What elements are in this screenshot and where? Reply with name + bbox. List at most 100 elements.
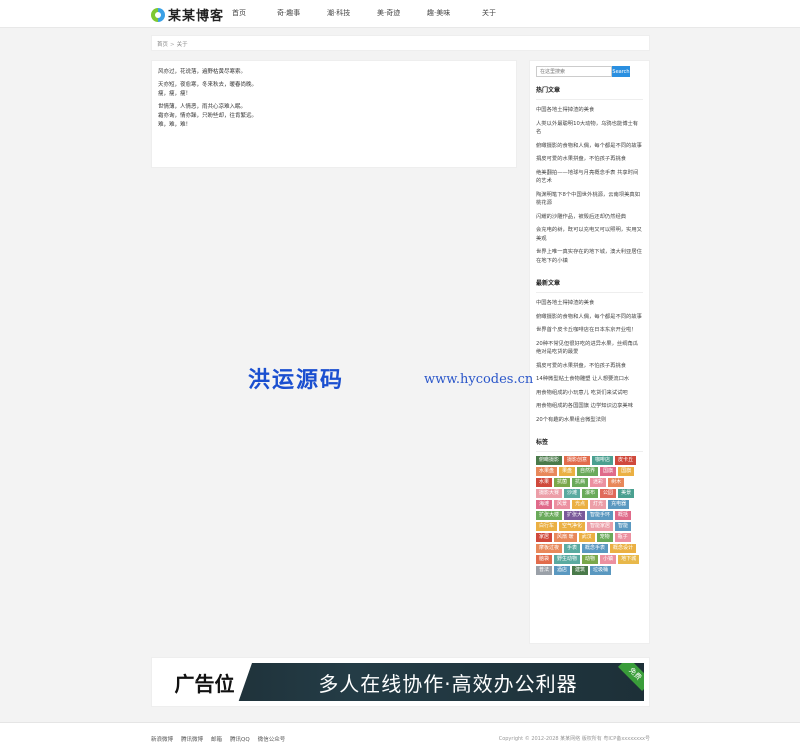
tag-item[interactable]: 海滩 xyxy=(536,500,553,509)
tag-item[interactable]: 迷彩 xyxy=(590,478,607,487)
hot-posts-list: 中国各地土得掉渣的美食 人类以外最聪明10大动物，乌鸦也能博士有名 俯瞰摄影的食物和… xyxy=(536,104,643,268)
tag-item[interactable]: 家居 xyxy=(536,533,553,542)
tag-item[interactable]: 智能手环 xyxy=(587,511,614,520)
breadcrumb-home[interactable]: 首页 xyxy=(157,42,168,48)
nav-home[interactable]: 首页 xyxy=(232,8,246,18)
tag-item[interactable]: 灯光 xyxy=(590,500,607,509)
tag-item[interactable]: 酒店 xyxy=(554,566,571,575)
tag-item[interactable]: 宠物 xyxy=(596,533,613,542)
tag-item[interactable]: 公园 xyxy=(600,489,617,498)
tag-item[interactable]: 建筑 xyxy=(572,566,589,575)
tag-item[interactable]: 光点 xyxy=(572,500,589,509)
breadcrumb-separator: > xyxy=(170,42,175,48)
tag-item[interactable]: 自然界 xyxy=(577,467,599,476)
tag-item[interactable]: 水果 xyxy=(536,478,553,487)
hot-post-item[interactable]: 绝美翻拍——地球与月亮概念手表 共享时间的艺术 xyxy=(536,167,643,189)
footer-link[interactable]: 腾讯QQ xyxy=(230,735,250,743)
latest-post-item[interactable]: 用食物组成的小玩意儿 吃货们来试试吧 xyxy=(536,387,643,401)
tag-item[interactable]: 沙滩 xyxy=(564,489,581,498)
latest-post-item[interactable]: 20个有趣的水果组合微型法则 xyxy=(536,414,643,428)
tag-item[interactable]: 白行车 xyxy=(536,522,558,531)
latest-post-item[interactable]: 用食物组成的各国国旗 边学知识边享美味 xyxy=(536,400,643,414)
tag-item[interactable]: 智能 xyxy=(615,522,632,531)
footer-link[interactable]: 微信公众号 xyxy=(258,735,286,743)
tag-item[interactable]: 咖啡店 xyxy=(592,456,614,465)
footer-link[interactable]: 新浪微博 xyxy=(151,735,173,743)
footer-link[interactable]: 腾讯微博 xyxy=(181,735,203,743)
tag-item[interactable]: 水果盘 xyxy=(536,467,558,476)
latest-post-item[interactable]: 捐皮可爱的水果拼盘，不怕孩子再挑食 xyxy=(536,360,643,374)
hot-post-item[interactable]: 世界上唯一真实存在的地下城，澳大利亚居住在地下的小镇 xyxy=(536,246,643,268)
tag-item[interactable]: 瓶子 xyxy=(614,533,631,542)
nav-tech[interactable]: 潮·科技 xyxy=(327,8,350,18)
tag-item[interactable]: 风景 xyxy=(554,500,571,509)
tag-item[interactable]: 概括 xyxy=(615,511,632,520)
tag-item[interactable]: 抗病 xyxy=(572,478,589,487)
nav-fun[interactable]: 奇·趣事 xyxy=(277,8,300,18)
tag-item[interactable]: 智能家居 xyxy=(587,522,614,531)
hot-post-item[interactable]: 俯瞰摄影的食物和人偶，每个都是不同的故事 xyxy=(536,140,643,154)
tag-item[interactable]: 概念设计 xyxy=(610,544,637,553)
tag-item[interactable]: 树木 xyxy=(608,478,625,487)
footer-links: 新浪微博 腾讯微博 邮箱 腾讯QQ 微信公众号 xyxy=(151,735,285,743)
tag-item[interactable]: 瀑布 xyxy=(582,489,599,498)
nav-beauty[interactable]: 美·奇迹 xyxy=(377,8,400,18)
tag-item[interactable]: 国旗 xyxy=(618,467,635,476)
hot-post-item[interactable]: 人类以外最聪明10大动物，乌鸦也能博士有名 xyxy=(536,118,643,140)
tag-item[interactable]: 风扇 暖 xyxy=(554,533,577,542)
hot-post-item[interactable]: 会充电的树，既可以充电又可以照明，实用又美观 xyxy=(536,224,643,246)
latest-posts-list: 中国各地土得掉渣的美食 俯瞰摄影的食物和人偶，每个都是不同的故事 世界首个皮卡丘咖啡… xyxy=(536,297,643,427)
article-paragraph: 世情薄，人情恶，雨共心凉难入眠。 霜亦询，情亦躁，只盼些却，往肯繁远。 难，难，… xyxy=(158,104,258,128)
tag-item[interactable]: 摩板过夜 xyxy=(536,544,563,553)
tag-item[interactable]: 小镇 xyxy=(600,555,617,564)
search-input[interactable] xyxy=(536,66,612,77)
tag-item[interactable]: 充电器 xyxy=(608,500,630,509)
tag-item[interactable]: 果盘 xyxy=(559,467,576,476)
article-body: 风亦过，花说落，遍野枯黄尽寒索。 天亦短，夜愈寒，冬来秋去，暖春尚晚。 瘦，瘦，… xyxy=(151,60,517,168)
latest-post-item[interactable]: 中国各地土得掉渣的美食 xyxy=(536,297,643,311)
search-button[interactable]: Search xyxy=(612,66,630,77)
tag-item[interactable]: 地下城 xyxy=(618,555,640,564)
nav-food[interactable]: 趣·美味 xyxy=(427,8,450,18)
tag-item[interactable]: 武汉 xyxy=(578,533,595,542)
copyright: Copyright © 2012-2028 某某网络 版权所有 粤ICP备xxx… xyxy=(498,736,650,742)
tag-item[interactable]: 美景 xyxy=(618,489,635,498)
latest-post-item[interactable]: 世界首个皮卡丘咖啡店在日本东京开业啦！ xyxy=(536,324,643,338)
tag-item[interactable]: 概念手表 xyxy=(582,544,609,553)
tag-item[interactable]: 野生动物 xyxy=(554,555,581,564)
latest-post-item[interactable]: 14种微型粘土食物雕塑 让人想要流口水 xyxy=(536,373,643,387)
hot-post-item[interactable]: 捐皮可爱的水果拼盘，不怕孩子再挑食 xyxy=(536,153,643,167)
tag-item[interactable]: 扩张大楼 xyxy=(536,511,563,520)
watermark-url: www.hycodes.cn xyxy=(424,372,534,387)
tag-item[interactable]: 皮卡丘 xyxy=(615,456,637,465)
ad-text: 多人在线协作·高效办公利器 xyxy=(318,671,578,696)
tag-item[interactable]: 抗菌 xyxy=(554,478,571,487)
tag-item[interactable]: 普法 xyxy=(536,566,553,575)
top-header: 某某博客 首页 奇·趣事 潮·科技 美·奇迹 趣·美味 关于 xyxy=(0,0,800,28)
article-paragraph: 风亦过，花说落，遍野枯黄尽寒索。 xyxy=(158,69,247,75)
ad-banner[interactable]: 广告位 多人在线协作·高效办公利器 免费 xyxy=(151,657,650,707)
hot-post-item[interactable]: 中国各地土得掉渣的美食 xyxy=(536,104,643,118)
tag-item[interactable]: 垃圾桶 xyxy=(590,566,612,575)
hot-post-item[interactable]: 闪耀的沙雕作品，被毁后还却仍然经典 xyxy=(536,211,643,225)
tag-item[interactable]: 扩张大 xyxy=(564,511,586,520)
ad-label: 广告位 xyxy=(157,663,252,701)
nav-about[interactable]: 关于 xyxy=(482,8,496,18)
tag-item[interactable]: 脑袋 xyxy=(536,555,553,564)
tag-item[interactable]: 手表 xyxy=(564,544,581,553)
watermark-text: 洪运源码 xyxy=(248,367,345,393)
hot-post-item[interactable]: 陶渊明笔下8个中国世外桃源，云南坝美真如桃花源 xyxy=(536,189,643,211)
latest-posts-title: 最新文章 xyxy=(536,278,643,293)
tag-item[interactable]: 摄影创意 xyxy=(564,456,591,465)
breadcrumb: 首页 > 关于 xyxy=(151,35,650,51)
tag-item[interactable]: 摄影大赛 xyxy=(536,489,563,498)
tag-item[interactable]: 国旗 xyxy=(600,467,617,476)
site-logo[interactable]: 某某博客 xyxy=(151,5,224,24)
tag-item[interactable]: 空气净化 xyxy=(559,522,586,531)
tags-title: 标签 xyxy=(536,437,643,452)
latest-post-item[interactable]: 20种不常见但很好吃的进异水果，丝绸角瓜绝对是吃货的最爱 xyxy=(536,338,643,360)
tag-item[interactable]: 俯瞰摄影 xyxy=(536,456,563,465)
latest-post-item[interactable]: 俯瞰摄影的食物和人偶，每个都是不同的故事 xyxy=(536,311,643,325)
footer-link[interactable]: 邮箱 xyxy=(211,735,222,743)
tag-item[interactable]: 动物 xyxy=(582,555,599,564)
